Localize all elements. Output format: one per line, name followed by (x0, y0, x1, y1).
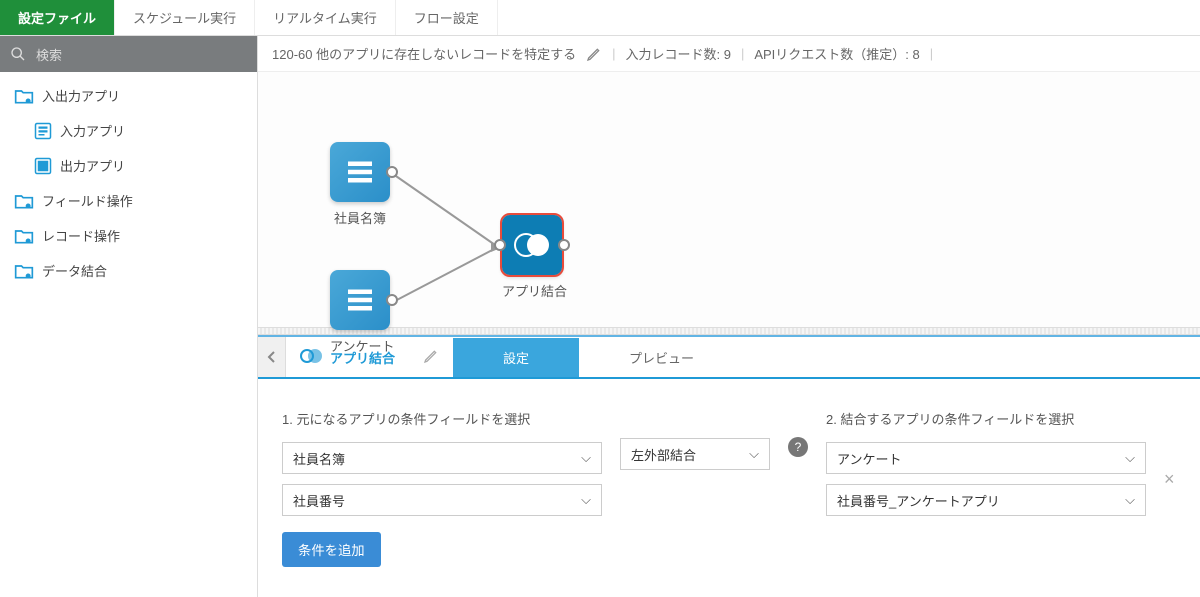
section-label-1: 1. 元になるアプリの条件フィールドを選択 (282, 409, 602, 428)
chevron-down-icon: ⌵ (581, 450, 591, 466)
tab-config-file[interactable]: 設定ファイル (0, 0, 115, 35)
chevron-down-icon: ⌵ (749, 446, 759, 462)
panel-resize-handle[interactable] (258, 327, 1200, 335)
sidebar-item-input-app[interactable]: 入力アプリ (0, 113, 257, 148)
sidebar-item-record-ops[interactable]: レコード操作 (0, 218, 257, 253)
input-records-count: 入力レコード数: 9 (625, 44, 730, 63)
add-condition-button[interactable]: 条件を追加 (282, 532, 381, 567)
tab-schedule-run[interactable]: スケジュール実行 (115, 0, 255, 35)
tab-flow-settings[interactable]: フロー設定 (396, 0, 498, 35)
search-input[interactable]: 検索 (0, 36, 257, 72)
output-port[interactable] (386, 166, 398, 178)
settings-panel: アプリ結合 設定 プレビュー 1. 元になるアプリの条件フィールドを選択 社員名… (258, 335, 1200, 597)
node-employee-list[interactable]: 社員名簿 (330, 142, 390, 227)
help-button[interactable]: ? (788, 437, 808, 457)
sidebar-item-output-app[interactable]: 出力アプリ (0, 148, 257, 183)
output-app-icon (34, 157, 52, 175)
edit-icon[interactable] (586, 46, 602, 62)
select-source-field[interactable]: 社員番号 ⌵ (282, 484, 602, 516)
page-title: 120-60 他のアプリに存在しないレコードを特定する (272, 44, 576, 63)
list-icon (342, 282, 378, 318)
chevron-down-icon: ⌵ (1125, 450, 1135, 466)
folder-gear-icon (14, 192, 34, 210)
select-target-field[interactable]: 社員番号_アンケートアプリ ⌵ (826, 484, 1146, 516)
select-source-app[interactable]: 社員名簿 ⌵ (282, 442, 602, 474)
chevron-down-icon: ⌵ (581, 492, 591, 508)
sidebar-item-io-apps[interactable]: 入出力アプリ (0, 78, 257, 113)
tab-settings[interactable]: 設定 (453, 338, 579, 377)
folder-gear-icon (14, 227, 34, 245)
folder-gear-icon (14, 262, 34, 280)
sidebar: 検索 入出力アプリ 入力アプリ 出力アプリ フィールド操作 レコード操作 (0, 36, 258, 597)
folder-gear-icon (14, 87, 34, 105)
section-label-2: 2. 結合するアプリの条件フィールドを選択 (826, 409, 1146, 428)
remove-condition-button[interactable]: × (1164, 469, 1175, 490)
search-icon (10, 46, 26, 62)
collapse-button[interactable] (258, 337, 286, 377)
output-port[interactable] (386, 294, 398, 306)
sidebar-item-field-ops[interactable]: フィールド操作 (0, 183, 257, 218)
chevron-down-icon: ⌵ (1125, 492, 1135, 508)
node-survey[interactable]: アンケート (330, 270, 394, 355)
sidebar-item-data-join[interactable]: データ結合 (0, 253, 257, 288)
tab-preview[interactable]: プレビュー (579, 338, 744, 377)
chevron-left-icon (267, 350, 277, 364)
edges (258, 72, 1200, 327)
breadcrumb: 120-60 他のアプリに存在しないレコードを特定する | 入力レコード数: 9… (258, 36, 1200, 72)
flow-canvas[interactable]: 社員名簿 アンケート アプリ結合 (258, 72, 1200, 327)
edit-panel-title[interactable] (409, 348, 453, 367)
tab-realtime-run[interactable]: リアルタイム実行 (255, 0, 396, 35)
node-app-join[interactable]: アプリ結合 (502, 215, 567, 300)
select-join-type[interactable]: 左外部結合 ⌵ (620, 438, 770, 470)
venn-icon (300, 349, 322, 365)
api-requests-count: APIリクエスト数（推定）: 8 (754, 44, 919, 63)
list-icon (342, 154, 378, 190)
venn-icon (512, 230, 552, 260)
edit-icon (423, 348, 439, 364)
output-port[interactable] (558, 239, 570, 251)
input-port[interactable] (494, 239, 506, 251)
select-target-app[interactable]: アンケート ⌵ (826, 442, 1146, 474)
input-app-icon (34, 122, 52, 140)
